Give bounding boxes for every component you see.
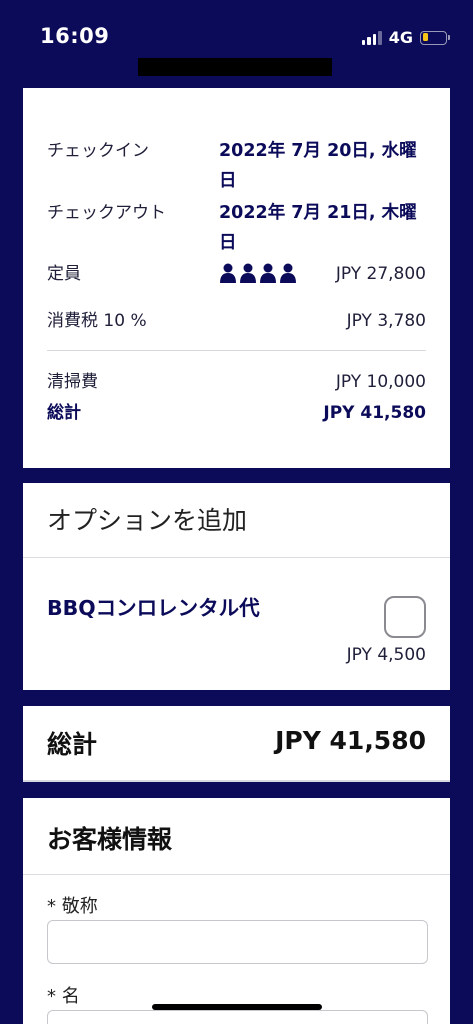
check-in-date: 2022年 7月 20日, 水曜日 <box>219 141 417 191</box>
redaction-bar <box>138 58 332 76</box>
options-card: オプションを追加 BBQコンロレンタル代 JPY 4,500 <box>23 483 450 690</box>
cleaning-label: 清掃費 <box>47 372 98 392</box>
tax-label: 消費税 10 % <box>47 311 147 331</box>
booking-summary-card: チェックイン 2022年 7月 20日, 水曜日 チェックアウト 2022年 7… <box>23 88 450 468</box>
person-icon <box>280 263 296 283</box>
name-input[interactable] <box>47 1010 428 1024</box>
total-card: 総計 JPY 41,580 <box>23 706 450 782</box>
battery-icon <box>420 30 450 45</box>
options-divider <box>23 557 450 558</box>
check-out-date: 2022年 7月 21日, 木曜日 <box>219 203 417 253</box>
network-type: 4G <box>388 28 413 47</box>
subtotal-amount: JPY 41,580 <box>323 403 426 423</box>
capacity-amount: JPY 27,800 <box>335 264 426 284</box>
status-indicators: 4G <box>361 28 450 47</box>
guest-divider <box>23 874 450 875</box>
honorific-input[interactable] <box>47 920 428 964</box>
option-bbq-price: JPY 4,500 <box>346 645 426 665</box>
options-header: オプションを追加 <box>47 506 248 535</box>
honorific-label: * 敬称 <box>47 896 98 917</box>
check-in-label: チェックイン <box>47 141 149 161</box>
option-bbq-checkbox[interactable] <box>384 596 426 638</box>
tax-amount: JPY 3,780 <box>346 311 426 331</box>
guest-info-card: お客様情報 * 敬称 * 名 <box>23 798 450 1024</box>
check-out-label: チェックアウト <box>47 203 166 223</box>
name-label: * 名 <box>47 986 80 1007</box>
total-amount: JPY 41,580 <box>275 726 426 755</box>
subtotal-label: 総計 <box>47 403 81 423</box>
capacity-row: 定員 JPY 27,800 <box>47 259 426 289</box>
option-bbq-name: BBQコンロレンタル代 <box>47 596 260 620</box>
signal-icon <box>361 30 382 45</box>
capacity-label: 定員 <box>47 264 81 284</box>
home-indicator[interactable] <box>152 1004 322 1010</box>
booking-screen: 16:09 4G チェックイン 2022年 7月 20日, 水曜日 チェックアウ… <box>0 0 473 1024</box>
person-icon <box>260 263 276 283</box>
person-icon <box>240 263 256 283</box>
status-time: 16:09 <box>40 24 110 48</box>
summary-divider <box>47 350 426 351</box>
person-icon <box>220 263 236 283</box>
capacity-people-icons <box>219 263 297 283</box>
guest-info-title: お客様情報 <box>47 825 173 854</box>
cleaning-amount: JPY 10,000 <box>335 372 426 392</box>
total-label: 総計 <box>47 730 98 759</box>
